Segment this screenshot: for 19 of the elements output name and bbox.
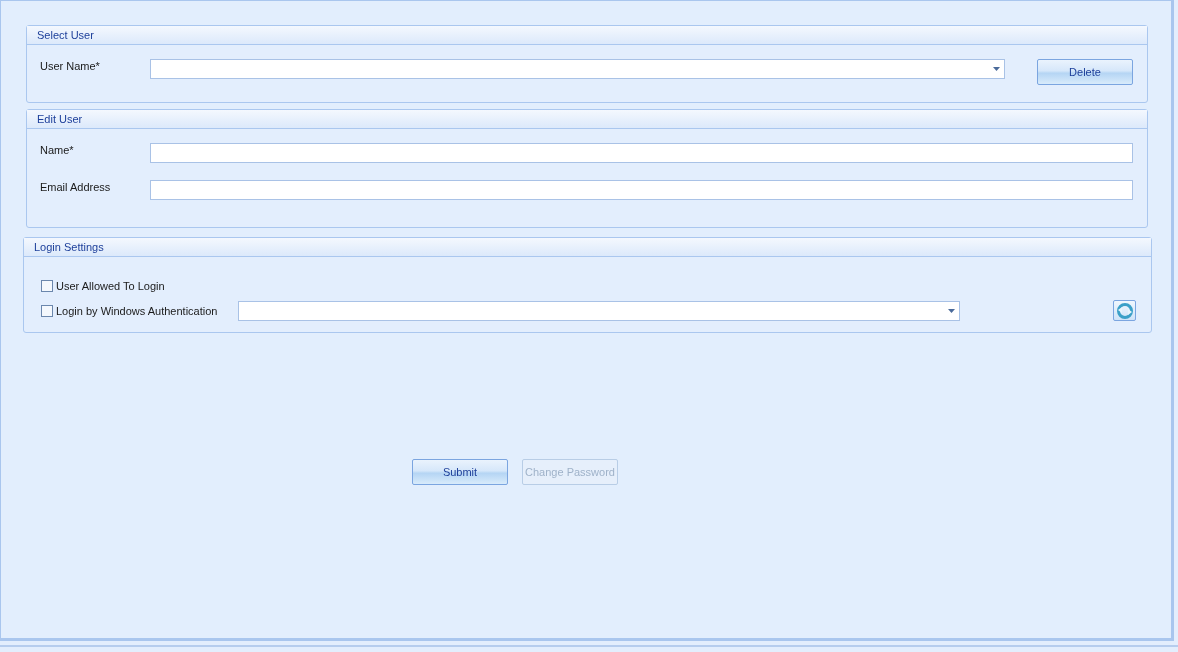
caret-icon <box>948 308 955 313</box>
caret-icon <box>993 67 1000 71</box>
group-title: Edit User <box>27 110 1147 129</box>
checkbox[interactable] <box>41 279 53 292</box>
field-label: Email Address <box>40 180 112 193</box>
checkbox-label: Login by Windows Authentication <box>56 304 219 317</box>
delete-button[interactable]: Delete <box>1037 59 1133 85</box>
user-name-dropdown[interactable] <box>150 59 1005 79</box>
refresh-button[interactable] <box>1113 300 1136 321</box>
checkbox[interactable] <box>41 304 53 317</box>
input-field[interactable] <box>150 143 1133 163</box>
group-title: Login Settings <box>24 238 1151 257</box>
field-label: User Name* <box>40 59 101 72</box>
checkbox-label: User Allowed To Login <box>56 279 166 292</box>
submit-button[interactable]: Submit <box>412 459 508 485</box>
windows-account-dropdown[interactable] <box>238 300 960 321</box>
input-field[interactable] <box>150 180 1133 200</box>
field-label: Name* <box>40 143 75 156</box>
group-title: Select User <box>27 26 1147 45</box>
